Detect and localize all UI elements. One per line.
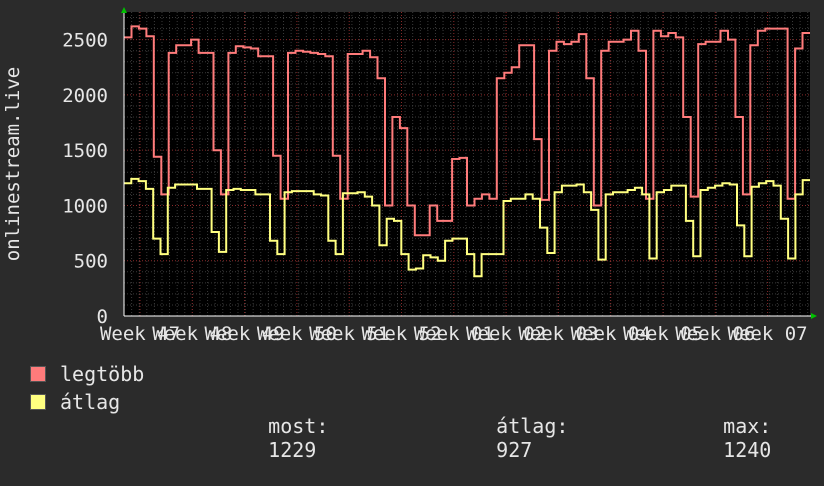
legend-item-atlag: átlag (30, 390, 120, 414)
atlag-swatch (30, 394, 46, 410)
x-axis-arrow (811, 313, 817, 319)
y-axis-label: onlinestream.live (2, 67, 24, 261)
stat-max: max: 1240 (675, 390, 771, 486)
y-tick-label: 2000 (62, 85, 108, 107)
x-tick-label: Week 07 (728, 323, 808, 345)
y-tick-label: 500 (74, 251, 108, 273)
stat-most-label: most: (268, 414, 329, 438)
y-tick-label: 1500 (62, 140, 108, 162)
stat-max-label: max: (723, 414, 772, 438)
stat-avg-label: átlag: (496, 414, 569, 438)
stat-avg: átlag: 927 (448, 390, 568, 486)
stat-most-value: 1229 (268, 438, 317, 462)
x-ticks: Week 47Week 48Week 49Week 50Week 51Week … (100, 323, 808, 345)
y-ticks: 05001000150020002500 (62, 30, 108, 328)
legend-label-atlag: átlag (60, 390, 121, 414)
legend-item-legtobb: legtöbb (30, 362, 144, 386)
y-axis-arrow (121, 7, 127, 13)
legtobb-swatch (30, 366, 46, 382)
legend: legtöbb átlag most: 1229 átlag: 927 max:… (0, 358, 824, 462)
stat-max-value: 1240 (723, 438, 772, 462)
stat-most: most: 1229 (220, 390, 328, 486)
chart: 05001000150020002500 Week 47Week 48Week … (2, 7, 817, 345)
stat-avg-value: 927 (496, 438, 533, 462)
legend-label-legtobb: legtöbb (60, 362, 145, 386)
y-tick-label: 2500 (62, 30, 108, 52)
y-tick-label: 1000 (62, 195, 108, 217)
